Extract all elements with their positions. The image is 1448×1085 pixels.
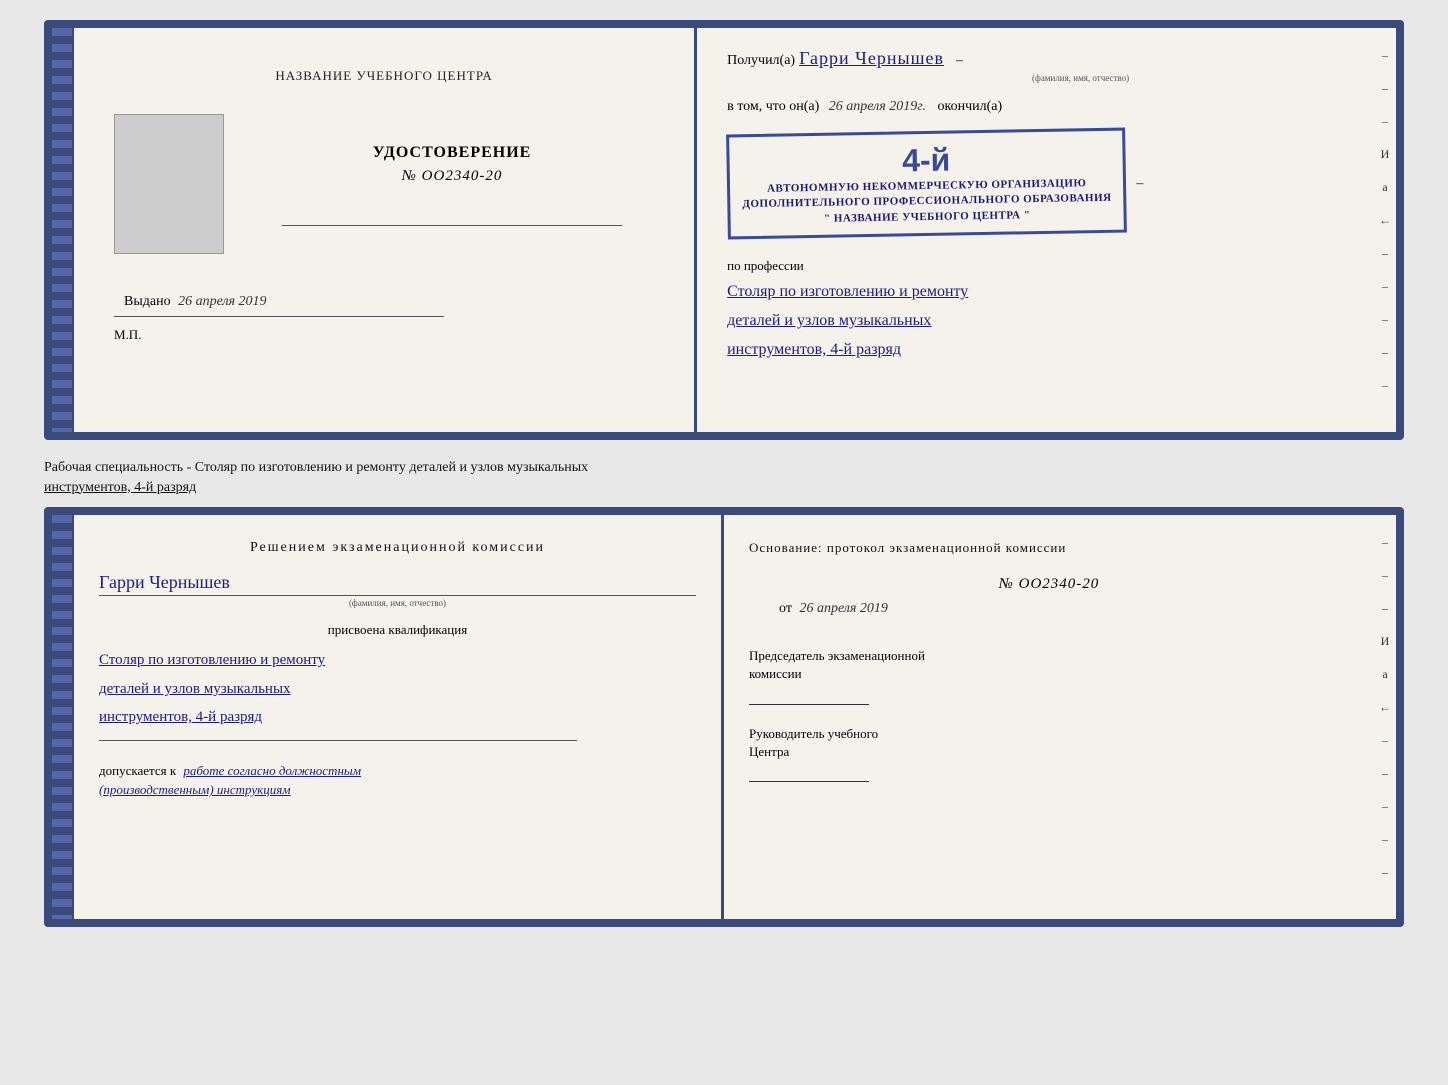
udostoverenie-label: УДОСТОВЕРЕНИЕ	[373, 144, 532, 162]
resheniyem-label: Решением экзаменационной комиссии	[99, 540, 696, 556]
vydano-label: Выдано	[124, 294, 171, 309]
stamp-4y-text: 4-й	[741, 139, 1111, 182]
recipient-name: Гарри Чернышев	[799, 48, 944, 69]
bottom-left-content: Решением экзаменационной комиссии Гарри …	[99, 540, 696, 800]
bottom-right-side-dashes: – – – И а ← – – – – –	[1374, 515, 1396, 919]
vtom-line: в том, что он(а) 26 апреля 2019г. окончи…	[727, 99, 1354, 115]
predsedatel-label: Председатель экзаменационной комиссии	[749, 647, 1349, 683]
vydano-date: 26 апреля 2019	[178, 294, 266, 309]
school-name-title: НАЗВАНИЕ УЧЕБНОГО ЦЕНТРА	[275, 68, 492, 84]
osnovanie-label: Основание: протокол экзаменационной коми…	[749, 540, 1349, 556]
photo-placeholder	[114, 114, 224, 254]
left-decorative-strip	[52, 28, 74, 432]
predsedatel-signature-line	[749, 704, 869, 705]
rukovoditel-block: Руководитель учебного Центра	[749, 725, 1349, 782]
dopuskaetsya-text1: работе согласно должностным	[183, 763, 361, 778]
subtitle-block: Рабочая специальность - Столяр по изгото…	[44, 458, 1404, 497]
prisvoena-label: присвоена квалификация	[99, 622, 696, 638]
ot-label: от	[779, 601, 792, 616]
bottom-left-strip	[52, 515, 74, 919]
dopuskaetsya-prefix: допускается к	[99, 763, 176, 778]
dopuskaetsya-block: допускается к работе согласно должностны…	[99, 761, 696, 800]
poluchil-label: Получил(а)	[727, 53, 795, 69]
profession-line2: деталей и узлов музыкальных	[727, 307, 1354, 336]
vtom-date: 26 апреля 2019г.	[829, 99, 926, 114]
vydano-line: Выдано 26 апреля 2019	[124, 294, 664, 310]
dash-1: –	[956, 53, 963, 69]
subtitle-line1: Рабочая специальность - Столяр по изгото…	[44, 460, 588, 475]
ot-date-value: 26 апреля 2019	[799, 601, 887, 616]
diploma-left-content: НАЗВАНИЕ УЧЕБНОГО ЦЕНТРА УДОСТОВЕРЕНИЕ №…	[104, 58, 664, 343]
predsedatel-block: Председатель экзаменационной комиссии	[749, 647, 1349, 704]
subtitle-line2: инструментов, 4-й разряд	[44, 480, 196, 495]
bottom-fio-label: (фамилия, имя, отчество)	[99, 595, 696, 608]
bottom-left-panel: Решением экзаменационной комиссии Гарри …	[52, 515, 724, 919]
poluchil-line: Получил(а) Гарри Чернышев –	[727, 48, 1354, 69]
diploma-number: № OO2340-20	[402, 168, 503, 185]
bottom-right-panel: Основание: протокол экзаменационной коми…	[724, 515, 1396, 919]
profession-line1: Столяр по изготовлению и ремонту	[727, 278, 1354, 307]
dopuskaetsya-text2: (производственным) инструкциям	[99, 782, 291, 797]
mp-label: М.П.	[114, 327, 141, 343]
diploma-document: НАЗВАНИЕ УЧЕБНОГО ЦЕНТРА УДОСТОВЕРЕНИЕ №…	[44, 20, 1404, 440]
po-professii-label: по профессии	[727, 258, 1354, 274]
rukovoditel-label: Руководитель учебного Центра	[749, 725, 1349, 761]
vtom-label: в том, что он(а)	[727, 99, 819, 114]
bottom-right-content: Основание: протокол экзаменационной коми…	[749, 540, 1349, 782]
diploma-right-content: Получил(а) Гарри Чернышев – (фамилия, им…	[727, 48, 1354, 365]
rukovoditel-signature-line	[749, 781, 869, 782]
protocol-number: № OO2340-20	[749, 576, 1349, 593]
bottom-name-handwriting: Гарри Чернышев	[99, 572, 696, 593]
ot-date-block: от 26 апреля 2019	[749, 601, 1349, 617]
fio-subtitle-1: (фамилия, имя, отчество)	[807, 73, 1354, 83]
profession-line3: инструментов, 4-й разряд	[727, 336, 1354, 365]
dash-2: –	[1136, 176, 1143, 192]
qualification-line2: деталей и узлов музыкальных	[99, 675, 696, 704]
diploma-right-panel: Получил(а) Гарри Чернышев – (фамилия, им…	[697, 28, 1396, 432]
right-side-dashes: – – – И а ← – – – – –	[1374, 28, 1396, 432]
qualification-line1: Столяр по изготовлению и ремонту	[99, 646, 696, 675]
bottom-document: Решением экзаменационной комиссии Гарри …	[44, 507, 1404, 927]
diploma-left-panel: НАЗВАНИЕ УЧЕБНОГО ЦЕНТРА УДОСТОВЕРЕНИЕ №…	[52, 28, 697, 432]
okonchil-label: окончил(а)	[938, 99, 1003, 114]
stamp-block: 4-й АВТОНОМНУЮ НЕКОММЕРЧЕСКУЮ ОРГАНИЗАЦИ…	[726, 128, 1127, 240]
qualification-line3: инструментов, 4-й разряд	[99, 703, 696, 732]
